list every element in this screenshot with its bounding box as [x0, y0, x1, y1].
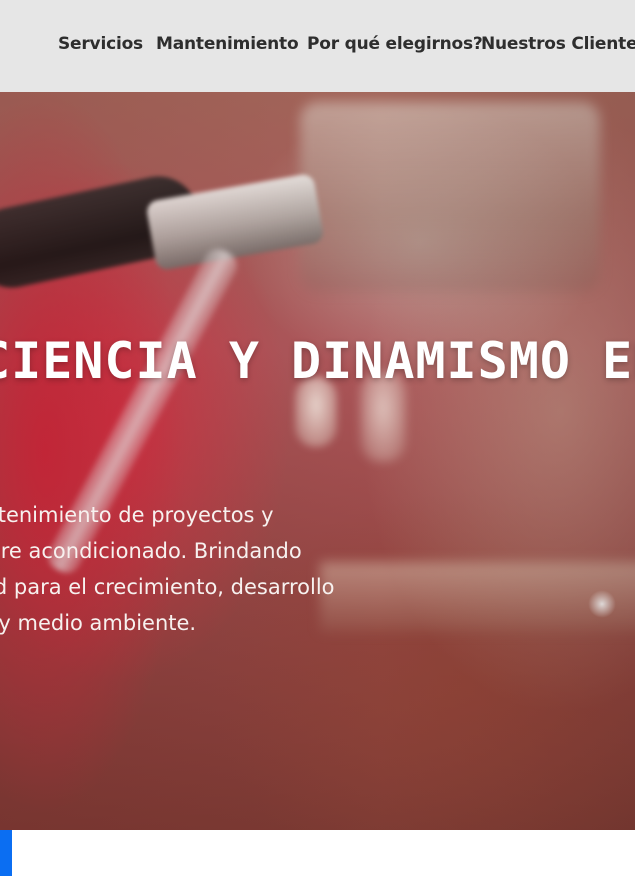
nav-link-nuestros-clientes[interactable]: Nuestros Clientes — [481, 34, 635, 54]
blue-accent-bar — [0, 830, 12, 876]
hero-description-line: n y mantenimiento de proyectos y — [0, 503, 274, 527]
hero-description-line: rcial y aire acondicionado. Brindando — [0, 539, 302, 563]
top-navigation: Servicios Mantenimiento Por qué elegirno… — [0, 0, 635, 92]
hero-description: n y mantenimiento de proyectos y rcial y… — [0, 497, 392, 641]
hero-title: CIENCIA Y DINAMISMO EN — [0, 332, 635, 390]
nav-link-servicios[interactable]: Servicios — [58, 34, 143, 54]
hero-description-line: e calidad para el crecimiento, desarroll… — [0, 575, 335, 599]
nav-link-mantenimiento[interactable]: Mantenimiento — [156, 34, 299, 54]
hero-section: CIENCIA Y DINAMISMO EN n y mantenimiento… — [0, 92, 635, 830]
hero-overlay — [0, 92, 635, 830]
hero-description-line: radores y medio ambiente. — [0, 611, 197, 635]
nav-link-por-que-elegirnos[interactable]: Por qué elegirnos? — [307, 34, 483, 54]
